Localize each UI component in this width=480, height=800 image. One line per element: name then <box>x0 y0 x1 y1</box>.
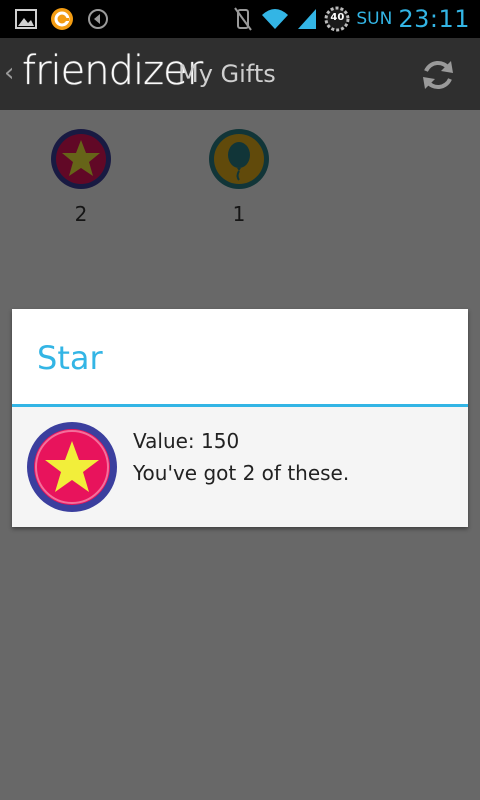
status-time: 23:11 <box>398 5 470 33</box>
status-day: SUN <box>356 9 393 29</box>
battery-icon: 40 <box>324 6 350 32</box>
star-badge-icon <box>26 421 118 513</box>
gift-detail-dialog: Star Value: 150 You've got 2 of these. <box>12 309 468 527</box>
wifi-icon <box>262 9 289 29</box>
signal-icon <box>298 9 317 29</box>
gift-owned-count-text: You've got 2 of these. <box>133 461 350 485</box>
app-notification-icon <box>51 8 73 30</box>
vibrate-icon <box>234 7 253 31</box>
refresh-icon <box>423 61 453 89</box>
refresh-button[interactable] <box>418 55 458 95</box>
media-notification-icon <box>88 9 108 29</box>
image-notification-icon <box>15 9 37 29</box>
action-bar: ‹ friendizer My Gifts <box>0 38 480 110</box>
notification-icons <box>14 7 110 31</box>
status-bar: 40 SUN 23:11 <box>0 0 480 38</box>
battery-level: 40 <box>330 12 345 23</box>
app-logo[interactable]: friendizer <box>22 48 203 94</box>
up-caret-icon[interactable]: ‹ <box>4 58 14 88</box>
gift-value-text: Value: 150 <box>133 429 240 453</box>
system-status: 40 SUN 23:11 <box>232 5 470 33</box>
dialog-body: Value: 150 You've got 2 of these. <box>12 407 468 527</box>
page-title: My Gifts <box>178 60 276 88</box>
dialog-title: Star <box>37 339 103 377</box>
